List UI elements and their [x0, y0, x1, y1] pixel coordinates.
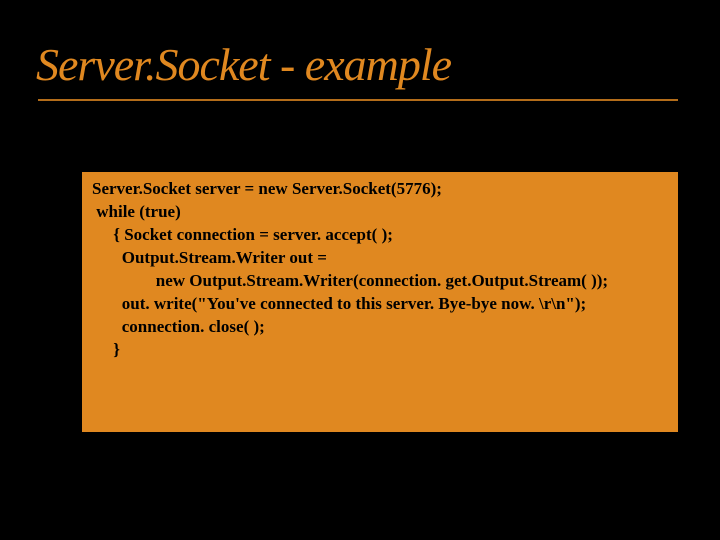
code-line: connection. close( );: [92, 317, 265, 336]
code-line: out. write("You've connected to this ser…: [92, 294, 586, 313]
code-box: Server.Socket server = new Server.Socket…: [82, 172, 678, 432]
code-line: }: [92, 340, 120, 359]
code-line: { Socket connection = server. accept( );: [92, 225, 393, 244]
code-line: while (true): [92, 202, 181, 221]
code-line: Server.Socket server = new Server.Socket…: [92, 179, 442, 198]
slide: Server.Socket - example Server.Socket se…: [0, 0, 720, 540]
slide-title: Server.Socket - example: [0, 0, 720, 91]
title-underline: [38, 99, 678, 101]
code-line: Output.Stream.Writer out =: [92, 248, 327, 267]
code-line: new Output.Stream.Writer(connection. get…: [92, 271, 608, 290]
